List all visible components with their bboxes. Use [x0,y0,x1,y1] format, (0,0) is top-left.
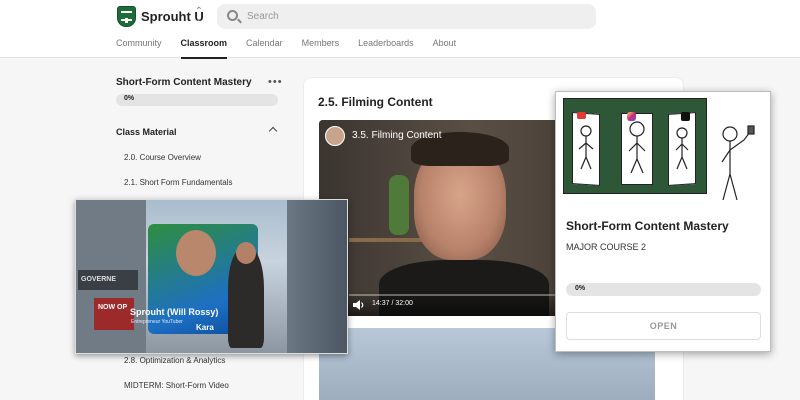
course-card-title: Short-Form Content Mastery [566,219,729,233]
tab-classroom[interactable]: Classroom [180,38,228,59]
person-head [236,242,256,264]
sidebar-progress-label: 0% [124,95,135,102]
search-icon [227,10,238,21]
lesson-item[interactable]: 2.1. Short Form Fundamentals [124,178,233,187]
tab-calendar[interactable]: Calendar [246,38,283,59]
sidebar-progress-bar: 0% [116,94,278,106]
billboard-brand: Kara [196,323,214,332]
tab-members[interactable]: Members [302,38,340,59]
course-progress-label: 0% [575,285,586,292]
tab-leaderboards[interactable]: Leaderboards [358,38,414,59]
billboard-text: NOW OP [98,304,128,311]
search-input[interactable] [247,4,587,29]
chevron-up-icon[interactable] [268,126,278,136]
plant-image [389,175,409,235]
course-thumbnail [563,98,707,194]
tab-about[interactable]: About [433,38,457,59]
lesson-title: 2.5. Filming Content [318,95,433,109]
channel-avatar[interactable] [325,126,345,146]
section-title[interactable]: Class Material [116,127,177,137]
search-box[interactable] [217,4,596,29]
volume-icon[interactable] [353,300,365,310]
billboard-subtitle: Entrepreneur YouTuber [131,319,183,325]
group-logo-icon[interactable] [117,6,136,27]
lesson-item[interactable]: MIDTERM: Short-Form Video [124,381,229,390]
lesson-item[interactable]: 2.0. Course Overview [124,153,201,162]
course-progress-bar: 0% [566,283,761,296]
course-card-subtitle: MAJOR COURSE 2 [566,242,647,252]
course-card[interactable]: Short-Form Content Mastery MAJOR COURSE … [555,91,771,352]
chevron-up-down-icon[interactable]: ⌃ ⌄ [194,7,204,24]
billboard-name: Sprouht (Will Rossy) [130,307,219,317]
tab-community[interactable]: Community [116,38,162,59]
video-time: 14:37 / 32:00 [372,300,413,307]
sidebar-course-title: Short-Form Content Mastery [116,77,252,88]
stick-figures-icon [578,121,689,174]
building [287,200,347,353]
top-bar: Sprouht U ⌃⌄ Community Classroom Calenda… [0,0,800,59]
lesson-item[interactable]: 2.8. Optimization & Analytics [124,356,225,365]
more-options-icon[interactable]: ••• [268,76,283,88]
video-title[interactable]: 3.5. Filming Content [352,130,442,141]
nav-tabs: Community Classroom Calendar Members Lea… [116,38,475,59]
billboard-text: GOVERNE [81,276,117,283]
open-course-button[interactable]: OPEN [566,312,761,340]
times-square-photo: GOVERNE NOW OP Sprouht (Will Rossy) Entr… [75,199,348,354]
selfie-stick-figure-icon [721,125,755,201]
billboard-face [176,230,216,276]
red-billboard [94,298,134,330]
